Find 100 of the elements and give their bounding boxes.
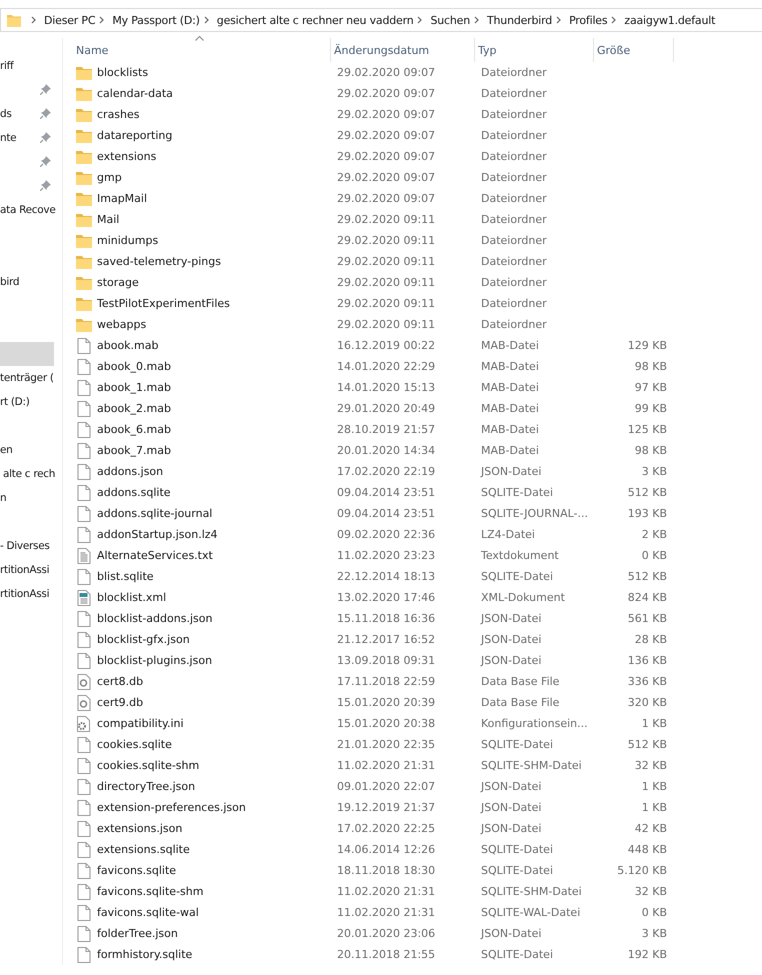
modified-date: 13.09.2018 09:31 <box>337 654 436 667</box>
file-name[interactable]: Mail <box>97 213 120 226</box>
nav-item[interactable]: nte <box>0 126 54 150</box>
file-name[interactable]: TestPilotExperimentFiles <box>97 297 230 310</box>
file-name[interactable]: extensions <box>97 150 156 163</box>
file-type: MAB-Datei <box>481 360 539 373</box>
breadcrumb-item[interactable]: Suchen <box>430 14 470 26</box>
breadcrumb-item[interactable]: gesichert alte c rechner neu vaddern <box>216 14 414 26</box>
file-icon <box>76 464 92 480</box>
file-name[interactable]: storage <box>97 276 139 289</box>
nav-item[interactable]: bird <box>0 270 54 294</box>
column-header[interactable]: Typ <box>475 38 594 62</box>
file-name[interactable]: abook_1.mab <box>97 381 171 394</box>
file-size: 3 KB <box>642 927 667 940</box>
file-name[interactable]: favicons.sqlite <box>97 864 176 877</box>
file-name[interactable]: blocklist-addons.json <box>97 612 212 625</box>
file-name[interactable]: abook_0.mab <box>97 360 171 373</box>
file-name[interactable]: folderTree.json <box>97 927 178 940</box>
file-name[interactable]: addons.json <box>97 465 164 478</box>
file-name[interactable]: favicons.sqlite-shm <box>97 885 204 898</box>
file-name[interactable]: saved-telemetry-pings <box>97 255 221 268</box>
folder-icon <box>76 108 92 122</box>
file-name[interactable]: formhistory.sqlite <box>97 948 192 961</box>
file-name[interactable]: addons.sqlite <box>97 486 171 499</box>
modified-date: 29.02.2020 09:07 <box>337 108 436 121</box>
nav-item[interactable]: rtitionAssi <box>0 558 54 582</box>
nav-label: ds <box>0 108 12 120</box>
nav-item[interactable]: tenträger ( <box>0 366 54 390</box>
column-header[interactable]: Änderungsdatum <box>331 38 475 62</box>
nav-item[interactable]: rt (D:) <box>0 390 54 414</box>
file-name[interactable]: cookies.sqlite-shm <box>97 759 200 772</box>
file-type: JSON-Datei <box>481 801 542 814</box>
file-icon <box>76 800 92 816</box>
nav-item[interactable]: ata Recove <box>0 198 56 222</box>
file-name[interactable]: abook.mab <box>97 339 158 352</box>
file-name[interactable]: extension-preferences.json <box>97 801 246 814</box>
file-type: SQLITE-SHM-Datei <box>481 759 582 772</box>
file-size: 320 KB <box>628 696 667 709</box>
file-icon <box>76 632 92 648</box>
nav-item[interactable]: n <box>0 486 54 510</box>
file-name[interactable]: AlternateServices.txt <box>97 549 213 562</box>
breadcrumb-item[interactable]: My Passport (D:) <box>112 14 200 26</box>
breadcrumb-item[interactable]: Dieser PC <box>44 14 96 26</box>
file-name[interactable]: blocklists <box>97 66 148 79</box>
modified-date: 09.02.2020 22:36 <box>337 528 436 541</box>
file-name[interactable]: blocklist.xml <box>97 591 166 604</box>
file-name[interactable]: ImapMail <box>97 192 148 205</box>
folder-icon <box>76 212 92 226</box>
file-name[interactable]: abook_2.mab <box>97 402 171 415</box>
nav-item[interactable]: ds <box>0 102 54 126</box>
modified-date: 29.02.2020 09:11 <box>337 234 436 247</box>
modified-date: 29.02.2020 09:11 <box>337 213 436 226</box>
file-name[interactable]: abook_6.mab <box>97 423 171 436</box>
file-size: 99 KB <box>634 402 667 415</box>
file-type: JSON-Datei <box>481 927 542 940</box>
file-name[interactable]: calendar-data <box>97 87 173 100</box>
nav-item[interactable]: alte c rech <box>0 462 56 486</box>
breadcrumb-item[interactable]: Profiles <box>569 14 608 26</box>
file-name[interactable]: compatibility.ini <box>97 717 184 730</box>
chevron-icon <box>474 16 479 24</box>
column-header[interactable]: Name <box>73 38 331 62</box>
column-header[interactable]: Größe <box>594 38 674 62</box>
nav-item[interactable]: riff <box>0 54 54 78</box>
file-name[interactable]: extensions.json <box>97 822 182 835</box>
file-name[interactable]: gmp <box>97 171 122 184</box>
address-bar[interactable]: Dieser PC My Passport (D:) gesichert alte c rechner neu vaddern Suchen Thunderbird Profiles zaaigyw1.default <box>0 8 762 32</box>
modified-date: 09.04.2014 23:51 <box>337 486 436 499</box>
file-name[interactable]: cert9.db <box>97 696 144 709</box>
file-name[interactable]: crashes <box>97 108 140 121</box>
breadcrumb-item[interactable]: zaaigyw1.default <box>624 14 716 26</box>
file-name[interactable]: addons.sqlite-journal <box>97 507 212 520</box>
nav-item[interactable]: - Diverses <box>0 534 54 558</box>
file-name[interactable]: blocklist-gfx.json <box>97 633 190 646</box>
file-name[interactable]: directoryTree.json <box>97 780 196 793</box>
nav-item[interactable]: rtitionAssi <box>0 582 54 606</box>
file-name[interactable]: extensions.sqlite <box>97 843 190 856</box>
file-type: SQLITE-SHM-Datei <box>481 885 582 898</box>
file-name[interactable]: abook_7.mab <box>97 444 171 457</box>
file-name[interactable]: cert8.db <box>97 675 144 688</box>
file-type: JSON-Datei <box>481 633 542 646</box>
nav-label: - Diverses <box>0 540 50 552</box>
file-size: 2 KB <box>642 528 667 541</box>
file-name[interactable]: favicons.sqlite-wal <box>97 906 199 919</box>
file-name[interactable]: datareporting <box>97 129 172 142</box>
file-type: Textdokument <box>481 549 559 562</box>
file-size: 448 KB <box>628 843 667 856</box>
file-type: Dateiordner <box>481 129 547 142</box>
file-name[interactable]: blist.sqlite <box>97 570 154 583</box>
file-name[interactable]: cookies.sqlite <box>97 738 172 751</box>
folder-icon <box>76 296 92 310</box>
file-icon <box>76 904 92 920</box>
breadcrumb-item[interactable]: Thunderbird <box>487 14 552 26</box>
file-name[interactable]: addonStartup.json.lz4 <box>97 528 218 541</box>
file-name[interactable]: webapps <box>97 318 146 331</box>
file-type: SQLITE-Datei <box>481 570 553 583</box>
modified-date: 29.02.2020 09:07 <box>337 171 436 184</box>
file-type: Dateiordner <box>481 192 547 205</box>
nav-item[interactable]: en <box>0 438 54 462</box>
file-name[interactable]: blocklist-plugins.json <box>97 654 212 667</box>
file-name[interactable]: minidumps <box>97 234 158 247</box>
